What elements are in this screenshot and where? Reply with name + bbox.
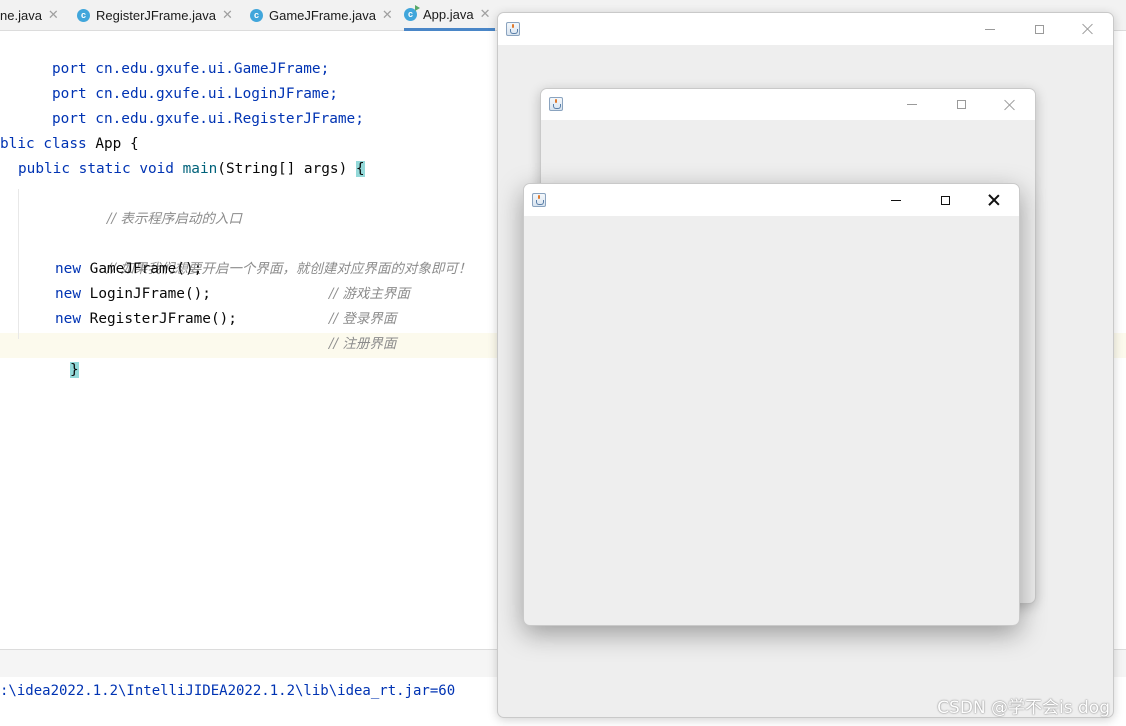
minimize-icon [907,104,917,105]
close-button[interactable] [971,184,1017,216]
indent-guide [18,189,19,339]
code-line-new-login: new LoginJFrame(); [55,286,211,302]
tab-close-icon[interactable]: ✕ [382,7,393,23]
class-icon: c [77,8,90,22]
tab-label: App.java [423,6,474,22]
minimize-button[interactable] [889,89,935,120]
window-titlebar[interactable] [498,13,1113,45]
tab-register-jframe[interactable]: c RegisterJFrame.java ✕ [77,0,233,30]
maximize-icon [1034,24,1044,34]
minimize-icon [985,28,995,30]
runnable-class-icon: c [404,4,420,21]
java-app-icon [549,97,563,111]
minimize-button[interactable] [873,184,919,216]
tab-close-icon[interactable]: ✕ [480,6,491,22]
tab-close-icon[interactable]: ✕ [222,7,233,23]
code-line-comment-entry: // 表示程序启动的入口 [106,211,242,227]
matched-brace: { [355,161,365,177]
code-line-import-1: port cn.edu.gxufe.ui.GameJFrame; [51,61,330,77]
close-icon [988,194,1000,206]
tab-label: ne.java [0,7,42,23]
tab-file-partial[interactable]: ne.java ✕ [0,0,59,30]
tab-game-jframe[interactable]: c GameJFrame.java ✕ [250,0,393,30]
close-button[interactable] [987,89,1033,120]
matched-brace: } [69,362,79,378]
window-titlebar[interactable] [524,184,1019,216]
code-line-main-decl: public static void main(String[] args) { [18,161,365,177]
java-app-icon [506,22,520,36]
code-line-import-3: port cn.edu.gxufe.ui.RegisterJFrame; [51,111,364,127]
code-line-close-brace: } [18,333,79,378]
watermark: CSDN @学不会is dog [937,698,1110,718]
maximize-button[interactable] [922,184,968,216]
close-button[interactable] [1065,13,1111,45]
tab-label: GameJFrame.java [269,7,376,23]
maximize-button[interactable] [938,89,984,120]
maximize-icon [956,100,966,109]
class-icon: c [250,8,263,22]
maximize-button[interactable] [1016,13,1062,45]
screen: ne.java ✕ c RegisterJFrame.java ✕ c Game… [0,0,1126,726]
code-line-class-decl: blic class App { [0,136,139,152]
code-line-new-register: new RegisterJFrame(); [55,311,237,327]
minimize-button[interactable] [967,13,1013,45]
maximize-icon [940,195,950,205]
tab-app[interactable]: c App.java ✕ [404,0,495,31]
tab-label: RegisterJFrame.java [96,7,216,23]
code-line-comment-hint: // 如果我们想要开启一个界面，就创建对应界面的对象即可！ [106,261,472,277]
code-comment-register: // 注册界面 [328,336,397,352]
close-icon [1004,99,1016,111]
front-window[interactable] [523,183,1020,626]
code-comment-login: // 登录界面 [328,311,397,327]
minimize-icon [891,199,901,201]
code-line-import-2: port cn.edu.gxufe.ui.LoginJFrame; [51,86,338,102]
window-titlebar[interactable] [541,89,1035,120]
java-app-icon [532,193,546,207]
close-icon [1082,23,1094,35]
console-output: :\idea2022.1.2\IntelliJIDEA2022.1.2\lib\… [0,683,456,699]
tab-close-icon[interactable]: ✕ [48,7,59,23]
code-line-new-game: new GameJFrame(); [55,261,203,277]
code-comment-game: // 游戏主界面 [328,286,410,302]
